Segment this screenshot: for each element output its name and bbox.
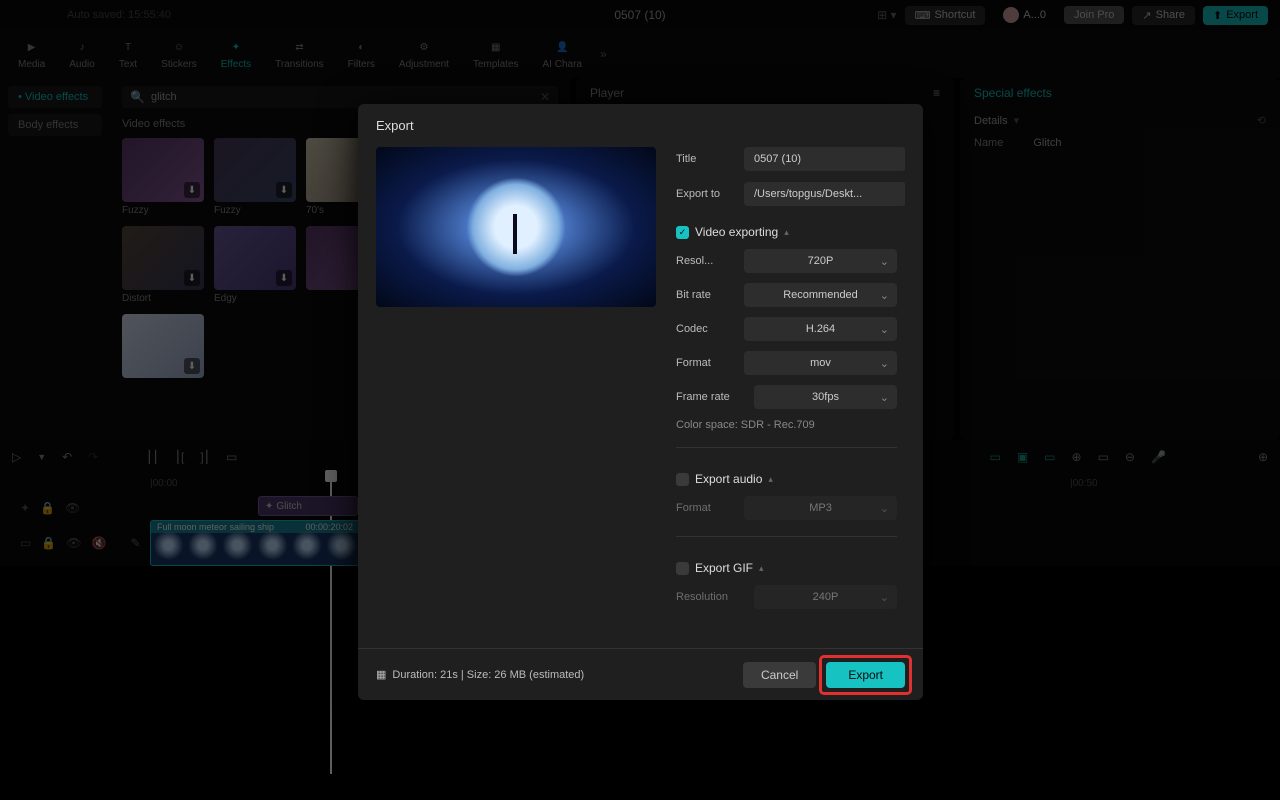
resolution-select[interactable]: 720P [744,249,897,273]
export-gif-checkbox[interactable] [676,562,689,575]
cancel-button[interactable]: Cancel [743,662,816,688]
audio-format-select: MP3 [744,496,897,520]
gif-res-select: 240P [754,585,897,609]
audio-format-label: Format [676,502,736,514]
title-label: Title [676,153,736,165]
colorspace-note: Color space: SDR - Rec.709 [676,419,897,431]
gif-res-label: Resolution [676,591,746,603]
export-button[interactable]: Export [826,662,905,688]
footer-info-text: Duration: 21s | Size: 26 MB (estimated) [392,669,584,681]
export-audio-label: Export audio [695,472,762,486]
bitrate-select[interactable]: Recommended [744,283,897,307]
export-audio-checkbox[interactable] [676,473,689,486]
framerate-select[interactable]: 30fps [754,385,897,409]
codec-select[interactable]: H.264 [744,317,897,341]
export-preview-image [376,147,656,307]
codec-label: Codec [676,323,736,335]
export-gif-label: Export GIF [695,561,753,575]
format-select[interactable]: mov [744,351,897,375]
exportto-label: Export to [676,188,736,200]
title-input[interactable] [744,147,905,171]
video-exporting-checkbox[interactable]: ✓ [676,226,689,239]
framerate-label: Frame rate [676,391,746,403]
video-exporting-label: Video exporting [695,225,778,239]
export-modal: Export Title Export to 📁 ✓ Video exporti… [358,104,923,700]
bitrate-label: Bit rate [676,289,736,301]
film-icon: ▦ [376,668,386,681]
exportto-input[interactable] [744,182,905,206]
format-label: Format [676,357,736,369]
resolution-label: Resol... [676,255,736,267]
modal-header: Export [358,104,923,147]
